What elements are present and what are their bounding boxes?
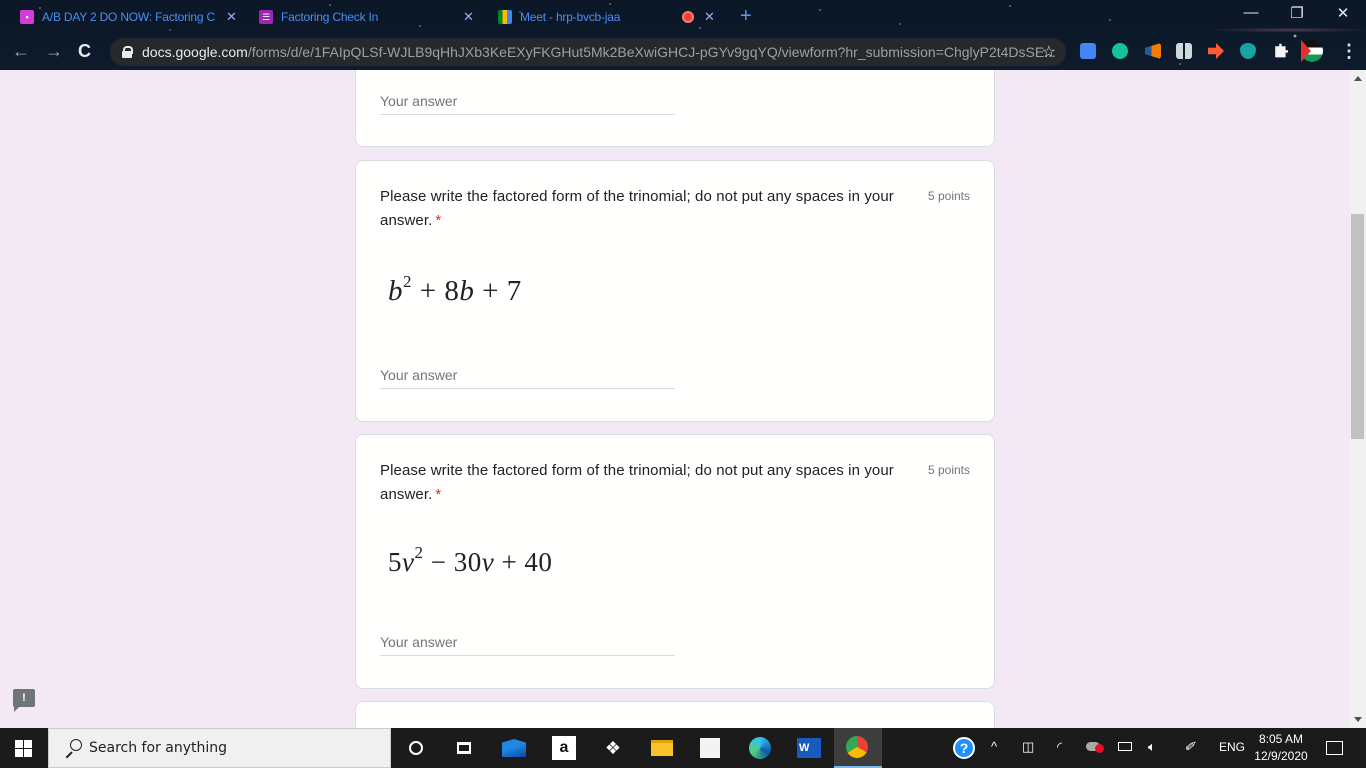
show-hidden-icons-chevron[interactable]: ^: [991, 739, 997, 754]
meet-now-icon[interactable]: ◫: [1022, 739, 1034, 755]
expr-tail: + 7: [474, 275, 522, 307]
expr-var2: v: [481, 547, 495, 577]
wifi-icon[interactable]: ◜: [1057, 739, 1062, 755]
scroll-up-arrow[interactable]: [1354, 76, 1362, 81]
points-label: 5 points: [927, 463, 970, 477]
battery-icon[interactable]: [1118, 739, 1132, 754]
expr-coef: 5: [388, 547, 402, 577]
report-feedback-icon[interactable]: !: [13, 689, 35, 712]
required-asterisk: *: [435, 486, 442, 503]
tab-title: Meet - hrp-bvcb-jaa: [520, 10, 621, 24]
url-path: /forms/d/e/1FAIpQLSf-WJLB9qHhJXb3KeEXyFK…: [247, 44, 1056, 60]
system-clock[interactable]: 8:05 AM 12/9/2020: [1252, 731, 1310, 765]
puzzle-extensions-icon[interactable]: [1275, 43, 1288, 58]
back-button[interactable]: ←: [12, 41, 30, 62]
trinomial-expression: 5v2 − 30v + 40: [388, 544, 553, 578]
expr-middle: − 30: [423, 547, 482, 577]
file-explorer-icon[interactable]: [650, 736, 674, 760]
minimize-button[interactable]: —: [1236, 4, 1266, 21]
split-screen-icon[interactable]: [1176, 43, 1192, 59]
edge-icon[interactable]: [748, 736, 772, 760]
chrome-icon: [846, 736, 868, 758]
task-view-icon[interactable]: [452, 736, 476, 760]
store-icon[interactable]: [698, 736, 722, 760]
new-tab-button[interactable]: +: [740, 5, 752, 28]
taskbar-search-input[interactable]: [89, 740, 369, 756]
question-card: Please write the factored form of the tr…: [355, 160, 995, 422]
question-card-next: [355, 701, 995, 728]
chrome-menu-button[interactable]: ⋮: [1340, 41, 1358, 62]
close-window-button[interactable]: ✕: [1328, 4, 1358, 22]
dropbox-icon[interactable]: ❖: [601, 736, 625, 760]
address-bar[interactable]: docs.google.com/forms/d/e/1FAIpQLSf-WJLB…: [110, 38, 1066, 66]
search-icon: [63, 738, 83, 758]
clock-time: 8:05 AM: [1258, 732, 1304, 746]
scroll-down-arrow[interactable]: [1354, 717, 1362, 722]
amazon-icon[interactable]: a: [552, 736, 576, 760]
classroom-icon: ▪: [20, 10, 34, 24]
scroll-thumb[interactable]: [1351, 214, 1364, 439]
expr-var2: b: [459, 275, 475, 307]
cortana-icon[interactable]: [404, 736, 428, 760]
form-page: Please write the factored form of the tr…: [0, 70, 1350, 728]
required-asterisk: *: [435, 212, 442, 229]
meet-icon: [498, 10, 512, 24]
question-title: Please write the factored form of the tr…: [380, 185, 910, 233]
question-text: Please write the factored form of the tr…: [380, 462, 894, 503]
windows-start-icon[interactable]: [15, 740, 32, 757]
question-card-previous: [355, 70, 995, 147]
help-icon[interactable]: ?: [952, 736, 976, 760]
page-scrollbar[interactable]: [1350, 70, 1366, 728]
tab-close-icon[interactable]: ✕: [463, 9, 474, 25]
grammarly-icon[interactable]: [1112, 43, 1128, 59]
windows-taskbar: a ❖ W ? ^ ◫ ◜ 🔈︎ ✐ ENG 8:05 AM 12/9/2020: [0, 728, 1366, 768]
question-text: Please write the factored form of the tr…: [380, 188, 894, 229]
trinomial-expression: b2 + 8b + 7: [388, 272, 522, 308]
tab-factoring-check-in[interactable]: ☰ Factoring Check In ✕: [259, 6, 474, 28]
restore-button[interactable]: ❐: [1282, 4, 1312, 22]
announcer-icon[interactable]: [1145, 43, 1161, 59]
expr-exponent: 2: [403, 272, 412, 291]
url-host: docs.google.com: [142, 44, 248, 60]
expr-tail: + 40: [494, 547, 553, 577]
recording-icon: [682, 11, 694, 23]
tab-title: Factoring Check In: [281, 10, 379, 24]
chrome-taskbar-button[interactable]: [834, 728, 882, 768]
volume-icon[interactable]: 🔈︎: [1148, 739, 1156, 755]
tab-do-now[interactable]: ▪ A/B DAY 2 DO NOW: Factoring C ✕: [20, 6, 237, 28]
question-card: Please write the factored form of the tr…: [355, 434, 995, 689]
profile-avatar-icon[interactable]: [1301, 40, 1323, 62]
forms-icon: ☰: [259, 10, 273, 24]
action-center-icon[interactable]: [1322, 736, 1346, 760]
tab-meet[interactable]: Meet - hrp-bvcb-jaa ✕: [498, 6, 715, 28]
answer-input[interactable]: [380, 628, 675, 656]
expr-middle: + 8: [412, 275, 460, 307]
expr-var: b: [388, 275, 403, 307]
onedrive-error-icon[interactable]: [1086, 739, 1104, 754]
tab-title: A/B DAY 2 DO NOW: Factoring C: [42, 10, 215, 24]
clock-date: 12/9/2020: [1254, 749, 1308, 763]
forward-button[interactable]: →: [45, 41, 63, 62]
tab-close-icon[interactable]: ✕: [704, 9, 715, 25]
browser-chrome: ▪ A/B DAY 2 DO NOW: Factoring C ✕ ☰ Fact…: [0, 0, 1366, 70]
flag-triangle: [1301, 40, 1311, 62]
word-icon[interactable]: W: [797, 736, 821, 760]
points-label: 5 points: [927, 189, 970, 203]
question-title: Please write the factored form of the tr…: [380, 459, 910, 507]
alien-extension-icon[interactable]: [1240, 43, 1256, 59]
expr-var: v: [402, 547, 415, 577]
pen-workspace-icon[interactable]: ✐: [1184, 739, 1195, 755]
arrow-extension-icon[interactable]: [1208, 43, 1224, 59]
google-translate-icon[interactable]: [1080, 43, 1096, 59]
answer-input[interactable]: [380, 87, 675, 115]
bookmark-star-icon[interactable]: ☆: [1042, 42, 1056, 62]
reload-button[interactable]: C: [78, 41, 91, 62]
lock-icon: [122, 46, 133, 58]
answer-input[interactable]: [380, 361, 675, 389]
mail-icon[interactable]: [502, 736, 526, 760]
taskbar-search[interactable]: [48, 728, 391, 768]
input-language[interactable]: ENG: [1219, 740, 1245, 754]
tab-close-icon[interactable]: ✕: [226, 9, 237, 25]
